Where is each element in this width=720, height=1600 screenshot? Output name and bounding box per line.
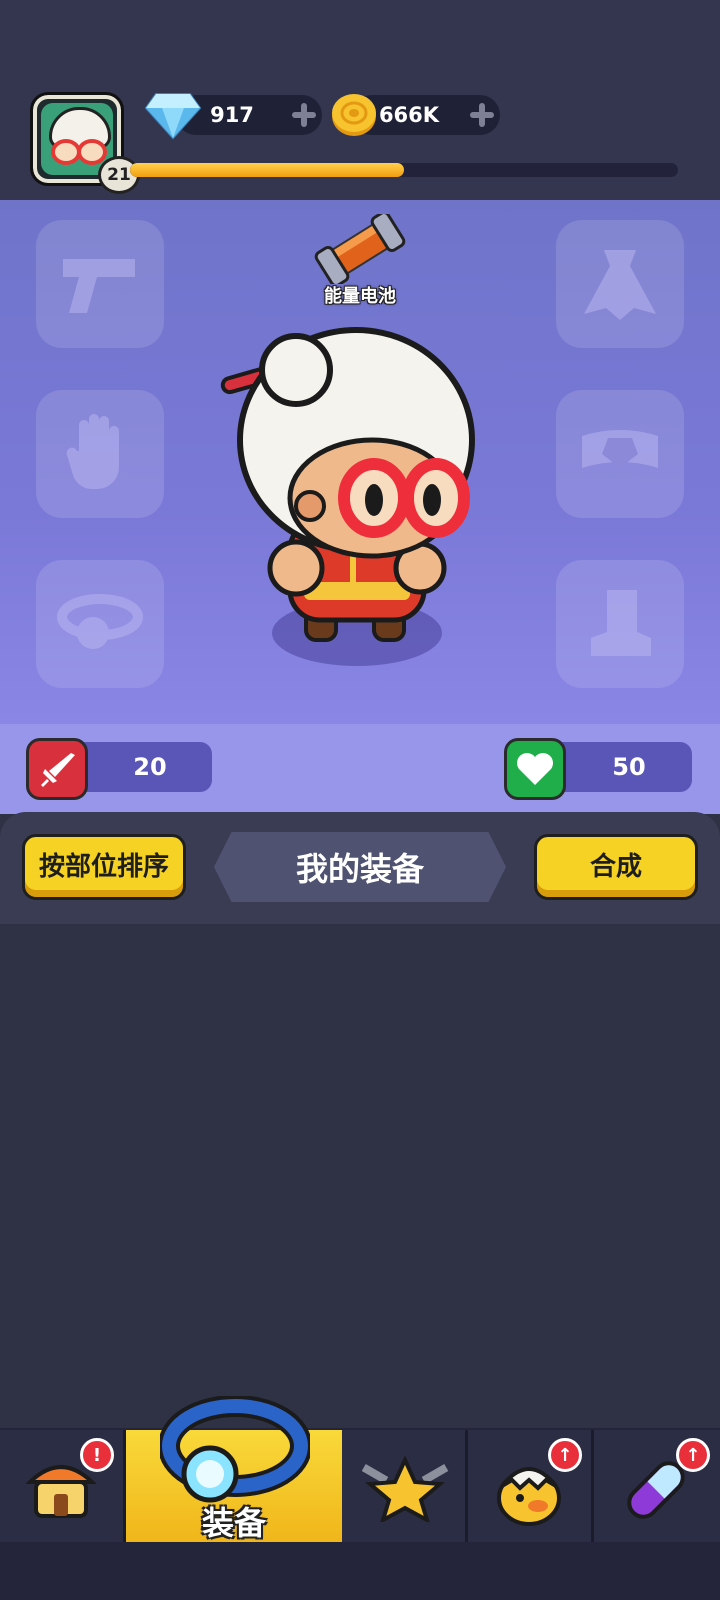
cape-slot[interactable] [556,220,684,348]
health-value: 50 [612,753,646,781]
xp-progress-fill [130,163,404,177]
weapon-slot[interactable] [36,220,164,348]
nav-tab-equipment-label: 装备 [201,1504,266,1542]
equipment-ring-icon [160,1396,310,1503]
energy-battery-icon[interactable] [312,214,408,284]
add-gold-button[interactable] [470,103,494,127]
glove-icon [66,414,119,489]
diamond-icon [144,93,202,140]
belt-slot[interactable] [556,390,684,518]
featured-item-label: 能量电池 [324,286,396,307]
glove-slot[interactable] [36,390,164,518]
avatar-goggle-right [77,139,107,165]
sort-by-slot-button[interactable]: 按部位排序 [22,834,186,900]
equipment-inventory-grid[interactable] [0,924,720,1428]
ring-icon [57,594,143,649]
boot-icon [591,590,651,656]
heart-icon [504,738,566,800]
xp-progress-bar [130,163,678,177]
attack-value: 20 [133,753,167,781]
cape-icon [584,250,656,320]
items-upgrade-badge: ↑ [676,1438,710,1472]
shop-alert-badge: ! [80,1438,114,1472]
sword-icon [26,738,88,800]
boot-slot[interactable] [556,560,684,688]
ring-slot[interactable] [36,560,164,688]
my-equipment-title: 我的装备 [214,832,506,902]
star-icon [361,1456,449,1522]
hero-character[interactable] [214,320,484,660]
belt-icon [582,430,658,468]
gun-icon [63,259,135,313]
pets-upgrade-badge: ↑ [548,1438,582,1472]
add-gems-button[interactable] [292,103,316,127]
nav-tab-talents[interactable] [342,1430,468,1542]
gold-coin-icon [332,94,376,136]
merge-button[interactable]: 合成 [534,834,698,900]
